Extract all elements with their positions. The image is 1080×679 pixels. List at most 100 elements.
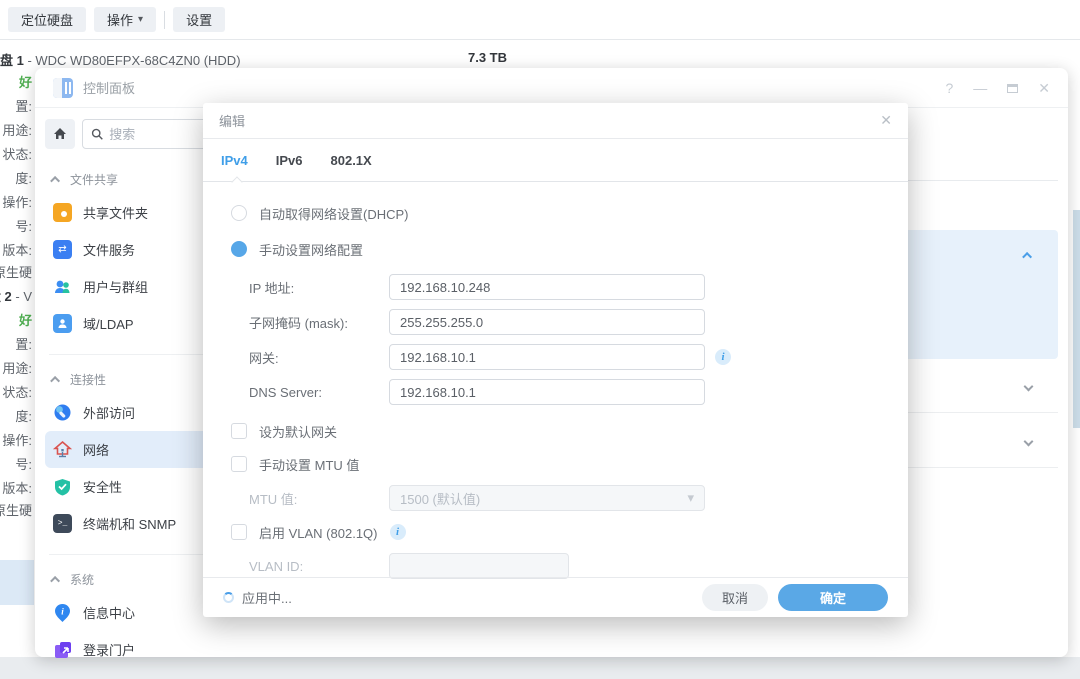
drive2-info-line: 状态: xyxy=(2,382,32,401)
toolbar-separator xyxy=(0,39,1080,40)
radio-off-icon[interactable] xyxy=(231,205,247,221)
sidebar-item-label: 登录门户 xyxy=(83,640,135,659)
background-selection-sliver xyxy=(1073,210,1080,428)
sidebar-item-label: 终端机和 SNMP xyxy=(83,514,176,533)
applying-spinner-icon xyxy=(223,592,234,603)
window-controls: ? — ✕ xyxy=(945,68,1050,108)
sidebar-item-label: 文件服务 xyxy=(83,240,135,259)
chevron-up-icon xyxy=(50,376,60,386)
mtu-value: 1500 (默认值) xyxy=(400,489,480,508)
mtu-select: 1500 (默认值) ▾ xyxy=(389,485,705,511)
drive2-highlight-block xyxy=(0,560,34,605)
close-dialog-icon[interactable]: ✕ xyxy=(880,112,892,129)
cancel-button[interactable]: 取消 xyxy=(702,584,768,611)
checkbox-unchecked-icon[interactable] xyxy=(231,456,247,472)
sidebar-item-partial[interactable] xyxy=(45,668,240,679)
sidebar-item-login-portal[interactable]: 登录门户 xyxy=(45,631,240,668)
sidebar-item-label: 域/LDAP xyxy=(83,314,134,333)
tab-ipv4[interactable]: IPv4 xyxy=(221,153,248,168)
ip-address-label: IP 地址: xyxy=(249,278,389,297)
vlan-checkbox-row[interactable]: 启用 VLAN (802.1Q) i xyxy=(231,520,880,544)
ip-address-input[interactable] xyxy=(389,274,705,300)
expand-chevron-icon[interactable] xyxy=(1024,437,1034,447)
help-icon[interactable]: ? xyxy=(945,80,953,96)
drive1-info-line: 号: xyxy=(15,216,32,235)
settings-label: 设置 xyxy=(186,10,212,29)
dialog-header: 编辑 ✕ xyxy=(203,103,908,139)
ok-button[interactable]: 确定 xyxy=(778,584,888,611)
external-access-icon xyxy=(53,403,72,422)
subnet-mask-input[interactable] xyxy=(389,309,705,335)
drive2-info-line: 度: xyxy=(15,406,32,425)
home-icon xyxy=(52,126,68,142)
vlan-id-label: VLAN ID: xyxy=(249,559,389,574)
tab-ipv6[interactable]: IPv6 xyxy=(276,153,303,168)
mtu-label: MTU 值: xyxy=(249,489,389,508)
select-caret-icon: ▾ xyxy=(687,490,694,506)
chevron-up-icon xyxy=(50,176,60,186)
drive2-info-line: 版本: xyxy=(2,478,32,497)
manual-mtu-label: 手动设置 MTU 值 xyxy=(259,455,359,474)
settings-button[interactable]: 设置 xyxy=(173,7,225,32)
minimize-icon[interactable]: — xyxy=(973,80,987,96)
collapse-chevron-icon[interactable] xyxy=(1022,252,1032,262)
control-panel-titlebar[interactable]: 控制面板 ? — ✕ xyxy=(35,68,1068,108)
sidebar-item-label: 安全性 xyxy=(83,477,122,496)
gateway-input[interactable] xyxy=(389,344,705,370)
radio-dhcp[interactable]: 自动取得网络设置(DHCP) xyxy=(231,202,880,224)
edit-network-dialog: 编辑 ✕ IPv4 IPv6 802.1X 自动取得网络设置(DHCP) 手动设… xyxy=(203,103,908,617)
drive2-info-line: 号: xyxy=(15,454,32,473)
gateway-label: 网关: xyxy=(249,348,389,367)
close-window-icon[interactable]: ✕ xyxy=(1038,80,1050,97)
info-center-icon: i xyxy=(53,603,72,622)
vlan-id-input xyxy=(389,553,569,579)
drive1-size: 7.3 TB xyxy=(468,50,507,65)
drive1-info-line: 用途: xyxy=(2,120,32,139)
checkbox-unchecked-icon[interactable] xyxy=(231,423,247,439)
gateway-row: 网关: i xyxy=(249,344,880,370)
domain-ldap-icon xyxy=(53,314,72,333)
shared-folder-icon xyxy=(53,203,72,222)
network-icon xyxy=(53,440,72,459)
vlan-info-icon[interactable]: i xyxy=(390,524,406,540)
drive2-info-line: 用途: xyxy=(2,358,32,377)
expand-chevron-icon[interactable] xyxy=(1024,382,1034,392)
radio-manual[interactable]: 手动设置网络配置 xyxy=(231,238,880,260)
maximize-icon[interactable] xyxy=(1007,84,1018,93)
control-panel-icon xyxy=(53,78,73,98)
subnet-mask-label: 子网掩码 (mask): xyxy=(249,313,389,332)
home-button[interactable] xyxy=(45,119,75,149)
default-gateway-label: 设为默认网关 xyxy=(259,422,337,441)
gateway-info-icon[interactable]: i xyxy=(715,349,731,365)
caret-down-icon: ▾ xyxy=(138,14,143,25)
drive2-name: 盘 2 xyxy=(0,289,12,304)
drive1-status-good: 好 xyxy=(19,72,32,91)
security-shield-icon xyxy=(53,477,72,496)
vlan-id-row: VLAN ID: xyxy=(249,553,880,579)
window-title: 控制面板 xyxy=(83,78,135,97)
dns-server-label: DNS Server: xyxy=(249,385,389,400)
radio-manual-label: 手动设置网络配置 xyxy=(259,240,363,259)
applying-status: 应用中... xyxy=(242,588,292,607)
dns-server-input[interactable] xyxy=(389,379,705,405)
drive2-status-good: 好 xyxy=(19,310,32,329)
dns-server-row: DNS Server: xyxy=(249,379,880,405)
checkbox-unchecked-icon[interactable] xyxy=(231,524,247,540)
sidebar-item-label: 外部访问 xyxy=(83,403,135,422)
dialog-tabs: IPv4 IPv6 802.1X xyxy=(203,139,908,182)
drive1-info-line: 操作: xyxy=(2,192,32,211)
drive1-info-line: 版本: xyxy=(2,240,32,259)
tab-8021x[interactable]: 802.1X xyxy=(331,153,372,168)
default-gateway-checkbox-row[interactable]: 设为默认网关 xyxy=(231,419,880,443)
sidebar-item-label: 网络 xyxy=(83,440,109,459)
drive1-info-line: 度: xyxy=(15,168,32,187)
action-dropdown-button[interactable]: 操作▾ xyxy=(94,7,156,32)
terminal-icon: >_ xyxy=(53,514,72,533)
users-groups-icon xyxy=(53,277,72,296)
manual-mtu-checkbox-row[interactable]: 手动设置 MTU 值 xyxy=(231,452,880,476)
chevron-up-icon xyxy=(50,576,60,586)
dialog-body: 自动取得网络设置(DHCP) 手动设置网络配置 IP 地址: 子网掩码 (mas… xyxy=(203,182,908,579)
sidebar-item-label: 共享文件夹 xyxy=(83,203,148,222)
radio-on-icon[interactable] xyxy=(231,241,247,257)
dialog-footer: 应用中... 取消 确定 xyxy=(203,577,908,617)
